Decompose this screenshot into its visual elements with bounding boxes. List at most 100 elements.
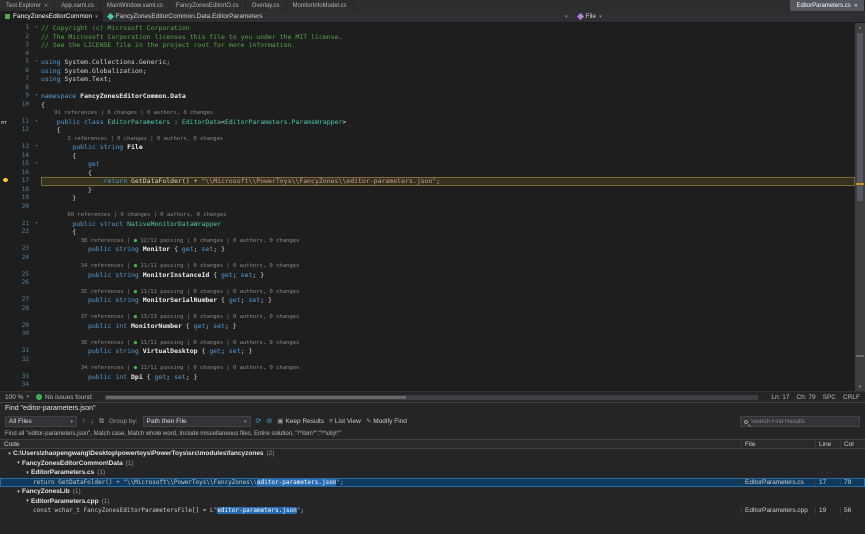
glyph-margin[interactable] [0,24,12,33]
document-tab[interactable]: Test Explorer✕ [0,0,55,11]
copy-results-icon[interactable]: ⧉ [99,416,104,427]
glyph-margin[interactable] [0,271,12,280]
code-line[interactable]: 3// See the LICENSE file in the project … [0,41,855,50]
document-tab[interactable]: FancyZonesEditorIO.cs [170,0,246,11]
line-number[interactable]: 24 [12,254,32,263]
result-group-row[interactable]: ▾FancyZonesEditorCommon\Data(1) [0,459,865,469]
close-icon[interactable]: ✕ [44,3,48,9]
code-line[interactable]: 12 { [0,126,855,135]
line-number[interactable]: 7 [12,75,32,84]
glyph-margin[interactable]: RT [0,118,12,127]
tree-expand-icon[interactable]: ▾ [15,489,22,495]
codelens-line[interactable]: 36 references | ● 11/11 passing | 0 chan… [0,339,855,348]
glyph-margin[interactable] [0,330,12,339]
result-group-row[interactable]: ▾EditorParameters.cpp(1) [0,497,865,507]
tree-expand-icon[interactable]: ▾ [15,460,22,466]
glyph-margin[interactable] [0,33,12,42]
next-result-icon[interactable]: ↓ [91,416,95,427]
line-number[interactable] [12,135,32,144]
code-line[interactable]: 9▾namespace FancyZonesEditorCommon.Data [0,92,855,101]
code-line[interactable]: 28 [0,305,855,314]
previous-result-icon[interactable]: ↑ [82,416,86,427]
glyph-margin[interactable] [0,364,12,373]
line-number[interactable]: 17 [12,177,32,186]
line-number[interactable]: 9 [12,92,32,101]
glyph-margin[interactable] [0,126,12,135]
glyph-margin[interactable] [0,313,12,322]
code-line[interactable]: 25 public string MonitorInstanceId { get… [0,271,855,280]
code-line[interactable]: 16 { [0,169,855,178]
line-number[interactable]: 26 [12,279,32,288]
code-line[interactable]: 14 { [0,152,855,161]
code-line[interactable]: 20 [0,203,855,212]
glyph-margin[interactable] [0,84,12,93]
line-number[interactable]: 31 [12,347,32,356]
codelens-line[interactable]: 35 references | ● 11/11 passing | 0 chan… [0,288,855,297]
line-indicator[interactable]: Ln: 17 [771,394,789,401]
code-line[interactable]: 17 return GetDataFolder() + "\\Microsoft… [0,177,855,186]
code-line[interactable]: 10{ [0,101,855,110]
glyph-margin[interactable] [0,75,12,84]
line-number[interactable] [12,211,32,220]
column-col[interactable]: Col [840,441,865,448]
tree-expand-icon[interactable]: ▾ [6,451,13,457]
code-line[interactable]: 22 { [0,228,855,237]
glyph-margin[interactable] [0,41,12,50]
glyph-margin[interactable] [0,237,12,246]
code-line[interactable]: 6using System.Globalization; [0,67,855,76]
scroll-up-icon[interactable]: ▴ [855,23,865,32]
document-tab[interactable]: Overlay.cs [246,0,287,11]
vertical-scrollbar[interactable]: ▴ ▾ [855,23,865,391]
code-line[interactable]: RT11▾ public class EditorParameters : Ed… [0,118,855,127]
line-number[interactable]: 29 [12,322,32,331]
glyph-margin[interactable] [0,356,12,365]
refresh-icon[interactable]: ⟳ [256,416,262,427]
glyph-margin[interactable] [0,203,12,212]
line-number[interactable]: 11 [12,118,32,127]
codelens-line[interactable]: 37 references | ● 13/13 passing | 0 chan… [0,313,855,322]
code-line[interactable]: 24 [0,254,855,263]
line-number[interactable]: 23 [12,245,32,254]
line-number[interactable]: 8 [12,84,32,93]
glyph-margin[interactable] [0,194,12,203]
glyph-margin[interactable] [0,305,12,314]
result-group-row[interactable]: ▾EditorParameters.cs(1) [0,468,865,478]
code-line[interactable]: 19 } [0,194,855,203]
document-tab[interactable]: App.xaml.cs [55,0,101,11]
modify-find-button[interactable]: ✎ Modify Find [366,416,407,427]
issues-indicator[interactable]: ✓ No issues found [36,394,92,401]
code-line[interactable]: 26 [0,279,855,288]
code-line[interactable]: 21▾ public struct NativeMonitorDataWrapp… [0,220,855,229]
line-number[interactable]: 1 [12,24,32,33]
codelens-line[interactable]: 60 references | 0 changes | 0 authors, 0… [0,211,855,220]
glyph-margin[interactable] [0,92,12,101]
glyph-margin[interactable] [0,279,12,288]
horizontal-scrollbar-thumb[interactable] [106,396,407,399]
code-line[interactable]: 18 } [0,186,855,195]
line-number[interactable]: 32 [12,356,32,365]
code-editor[interactable]: 1▾// Copyright (c) Microsoft Corporation… [0,23,865,391]
code-line[interactable]: 23 public string Monitor { get; set; } [0,245,855,254]
tree-expand-icon[interactable]: ▾ [24,498,31,504]
horizontal-scrollbar[interactable] [105,395,759,400]
line-number[interactable]: 27 [12,296,32,305]
glyph-margin[interactable] [0,347,12,356]
fold-chevron-icon[interactable]: ▾ [32,92,41,101]
glyph-margin[interactable] [0,262,12,271]
result-group-row[interactable]: ▾C:\Users\zhaopengwang\Desktop\powertoys… [0,449,865,459]
code-line[interactable]: 2// The Microsoft Corporation licenses t… [0,33,855,42]
line-number[interactable]: 2 [12,33,32,42]
glyph-margin[interactable] [0,228,12,237]
code-line[interactable]: 31 public string VirtualDesktop { get; s… [0,347,855,356]
fold-chevron-icon[interactable]: ▾ [32,58,41,67]
codelens-line[interactable]: 2 references | 0 changes | 0 authors, 0 … [0,135,855,144]
fold-chevron-icon[interactable]: ▾ [32,118,41,127]
code-line[interactable]: 1▾// Copyright (c) Microsoft Corporation [0,24,855,33]
zoom-control[interactable]: 100 % ▾ [5,394,29,401]
document-tab[interactable]: MainWindow.xaml.cs [101,0,170,11]
scroll-down-icon[interactable]: ▾ [855,382,865,391]
line-number[interactable]: 25 [12,271,32,280]
line-number[interactable] [12,262,32,271]
glyph-margin[interactable] [0,160,12,169]
project-dropdown[interactable]: FancyZonesEditorCommon ▾ [0,11,103,22]
